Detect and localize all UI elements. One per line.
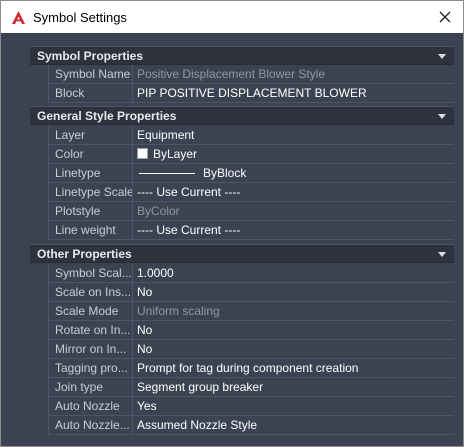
autocad-a-icon: [11, 10, 26, 25]
property-value[interactable]: Equipment: [132, 126, 454, 145]
property-row-plotstyle[interactable]: Plotstyle ByColor: [30, 202, 454, 221]
property-label: Line weight: [48, 221, 132, 240]
property-label: Rotate on In...: [48, 321, 132, 340]
close-icon[interactable]: [433, 5, 457, 29]
property-label: Block: [48, 84, 132, 103]
property-value-color[interactable]: ByLayer: [132, 145, 454, 164]
property-row-scale-mode[interactable]: Scale Mode Uniform scaling: [30, 302, 454, 321]
window-title: Symbol Settings: [33, 9, 127, 25]
property-value[interactable]: Yes: [132, 397, 454, 416]
section-symbol-properties[interactable]: Symbol Properties: [30, 46, 454, 65]
property-value[interactable]: ByColor: [132, 202, 454, 221]
property-row-linetype-scale[interactable]: Linetype Scale ---- Use Current ----: [30, 183, 454, 202]
section-title: Symbol Properties: [37, 49, 144, 63]
property-row-linetype[interactable]: Linetype ByBlock: [30, 164, 454, 183]
property-label: Layer: [48, 126, 132, 145]
property-label: Symbol Name: [48, 65, 132, 84]
property-value[interactable]: Uniform scaling: [132, 302, 454, 321]
property-label: Tagging pro...: [48, 359, 132, 378]
property-label: Scale Mode: [48, 302, 132, 321]
property-value[interactable]: ---- Use Current ----: [132, 221, 454, 240]
property-value: ByBlock: [203, 166, 247, 180]
property-value[interactable]: No: [132, 340, 454, 359]
property-value-linetype[interactable]: ByBlock: [132, 164, 454, 183]
property-row-mirror-on-insert[interactable]: Mirror on In... No: [30, 340, 454, 359]
property-value[interactable]: No: [132, 283, 454, 302]
properties-panel: Symbol Properties Symbol Name Positive D…: [30, 46, 454, 438]
section-title: Other Properties: [37, 247, 132, 261]
property-row-layer[interactable]: Layer Equipment: [30, 126, 454, 145]
collapse-caret-icon[interactable]: [438, 114, 446, 119]
property-row-symbol-name[interactable]: Symbol Name Positive Displacement Blower…: [30, 65, 454, 84]
property-label: Linetype: [48, 164, 132, 183]
property-row-auto-nozzle[interactable]: Auto Nozzle Yes: [30, 397, 454, 416]
property-row-symbol-scale[interactable]: Symbol Scal... 1.0000: [30, 264, 454, 283]
section-general-style-properties[interactable]: General Style Properties: [30, 106, 454, 125]
property-label: Auto Nozzle: [48, 397, 132, 416]
property-row-join-type[interactable]: Join type Segment group breaker: [30, 378, 454, 397]
property-value[interactable]: No: [132, 321, 454, 340]
title-bar: Symbol Settings: [1, 1, 463, 33]
property-row-color[interactable]: Color ByLayer: [30, 145, 454, 164]
property-label: Linetype Scale: [48, 183, 132, 202]
property-label: Mirror on In...: [48, 340, 132, 359]
color-swatch-icon: [137, 148, 148, 159]
property-row-auto-nozzle-style[interactable]: Auto Nozzle... Assumed Nozzle Style: [30, 416, 454, 435]
property-row-block[interactable]: Block PIP POSITIVE DISPLACEMENT BLOWER: [30, 84, 454, 103]
property-value[interactable]: ---- Use Current ----: [132, 183, 454, 202]
property-row-line-weight[interactable]: Line weight ---- Use Current ----: [30, 221, 454, 240]
section-title: General Style Properties: [37, 109, 177, 123]
collapse-caret-icon[interactable]: [438, 54, 446, 59]
property-value[interactable]: PIP POSITIVE DISPLACEMENT BLOWER: [132, 84, 454, 103]
linetype-preview-icon: [139, 173, 195, 174]
collapse-caret-icon[interactable]: [438, 252, 446, 257]
property-label: Color: [48, 145, 132, 164]
property-value[interactable]: 1.0000: [132, 264, 454, 283]
property-value: ByLayer: [153, 147, 198, 161]
property-row-scale-on-insert[interactable]: Scale on Ins... No: [30, 283, 454, 302]
property-label: Plotstyle: [48, 202, 132, 221]
property-row-tagging-prompt[interactable]: Tagging pro... Prompt for tag during com…: [30, 359, 454, 378]
property-row-rotate-on-insert[interactable]: Rotate on In... No: [30, 321, 454, 340]
property-label: Symbol Scal...: [48, 264, 132, 283]
property-label: Scale on Ins...: [48, 283, 132, 302]
property-value[interactable]: Segment group breaker: [132, 378, 454, 397]
section-other-properties[interactable]: Other Properties: [30, 244, 454, 263]
symbol-settings-dialog: Symbol Settings Symbol Properties Symbol…: [0, 0, 464, 447]
property-value[interactable]: Assumed Nozzle Style: [132, 416, 454, 435]
property-value[interactable]: Positive Displacement Blower Style: [132, 65, 454, 84]
property-label: Auto Nozzle...: [48, 416, 132, 435]
property-label: Join type: [48, 378, 132, 397]
property-value[interactable]: Prompt for tag during component creation: [132, 359, 454, 378]
